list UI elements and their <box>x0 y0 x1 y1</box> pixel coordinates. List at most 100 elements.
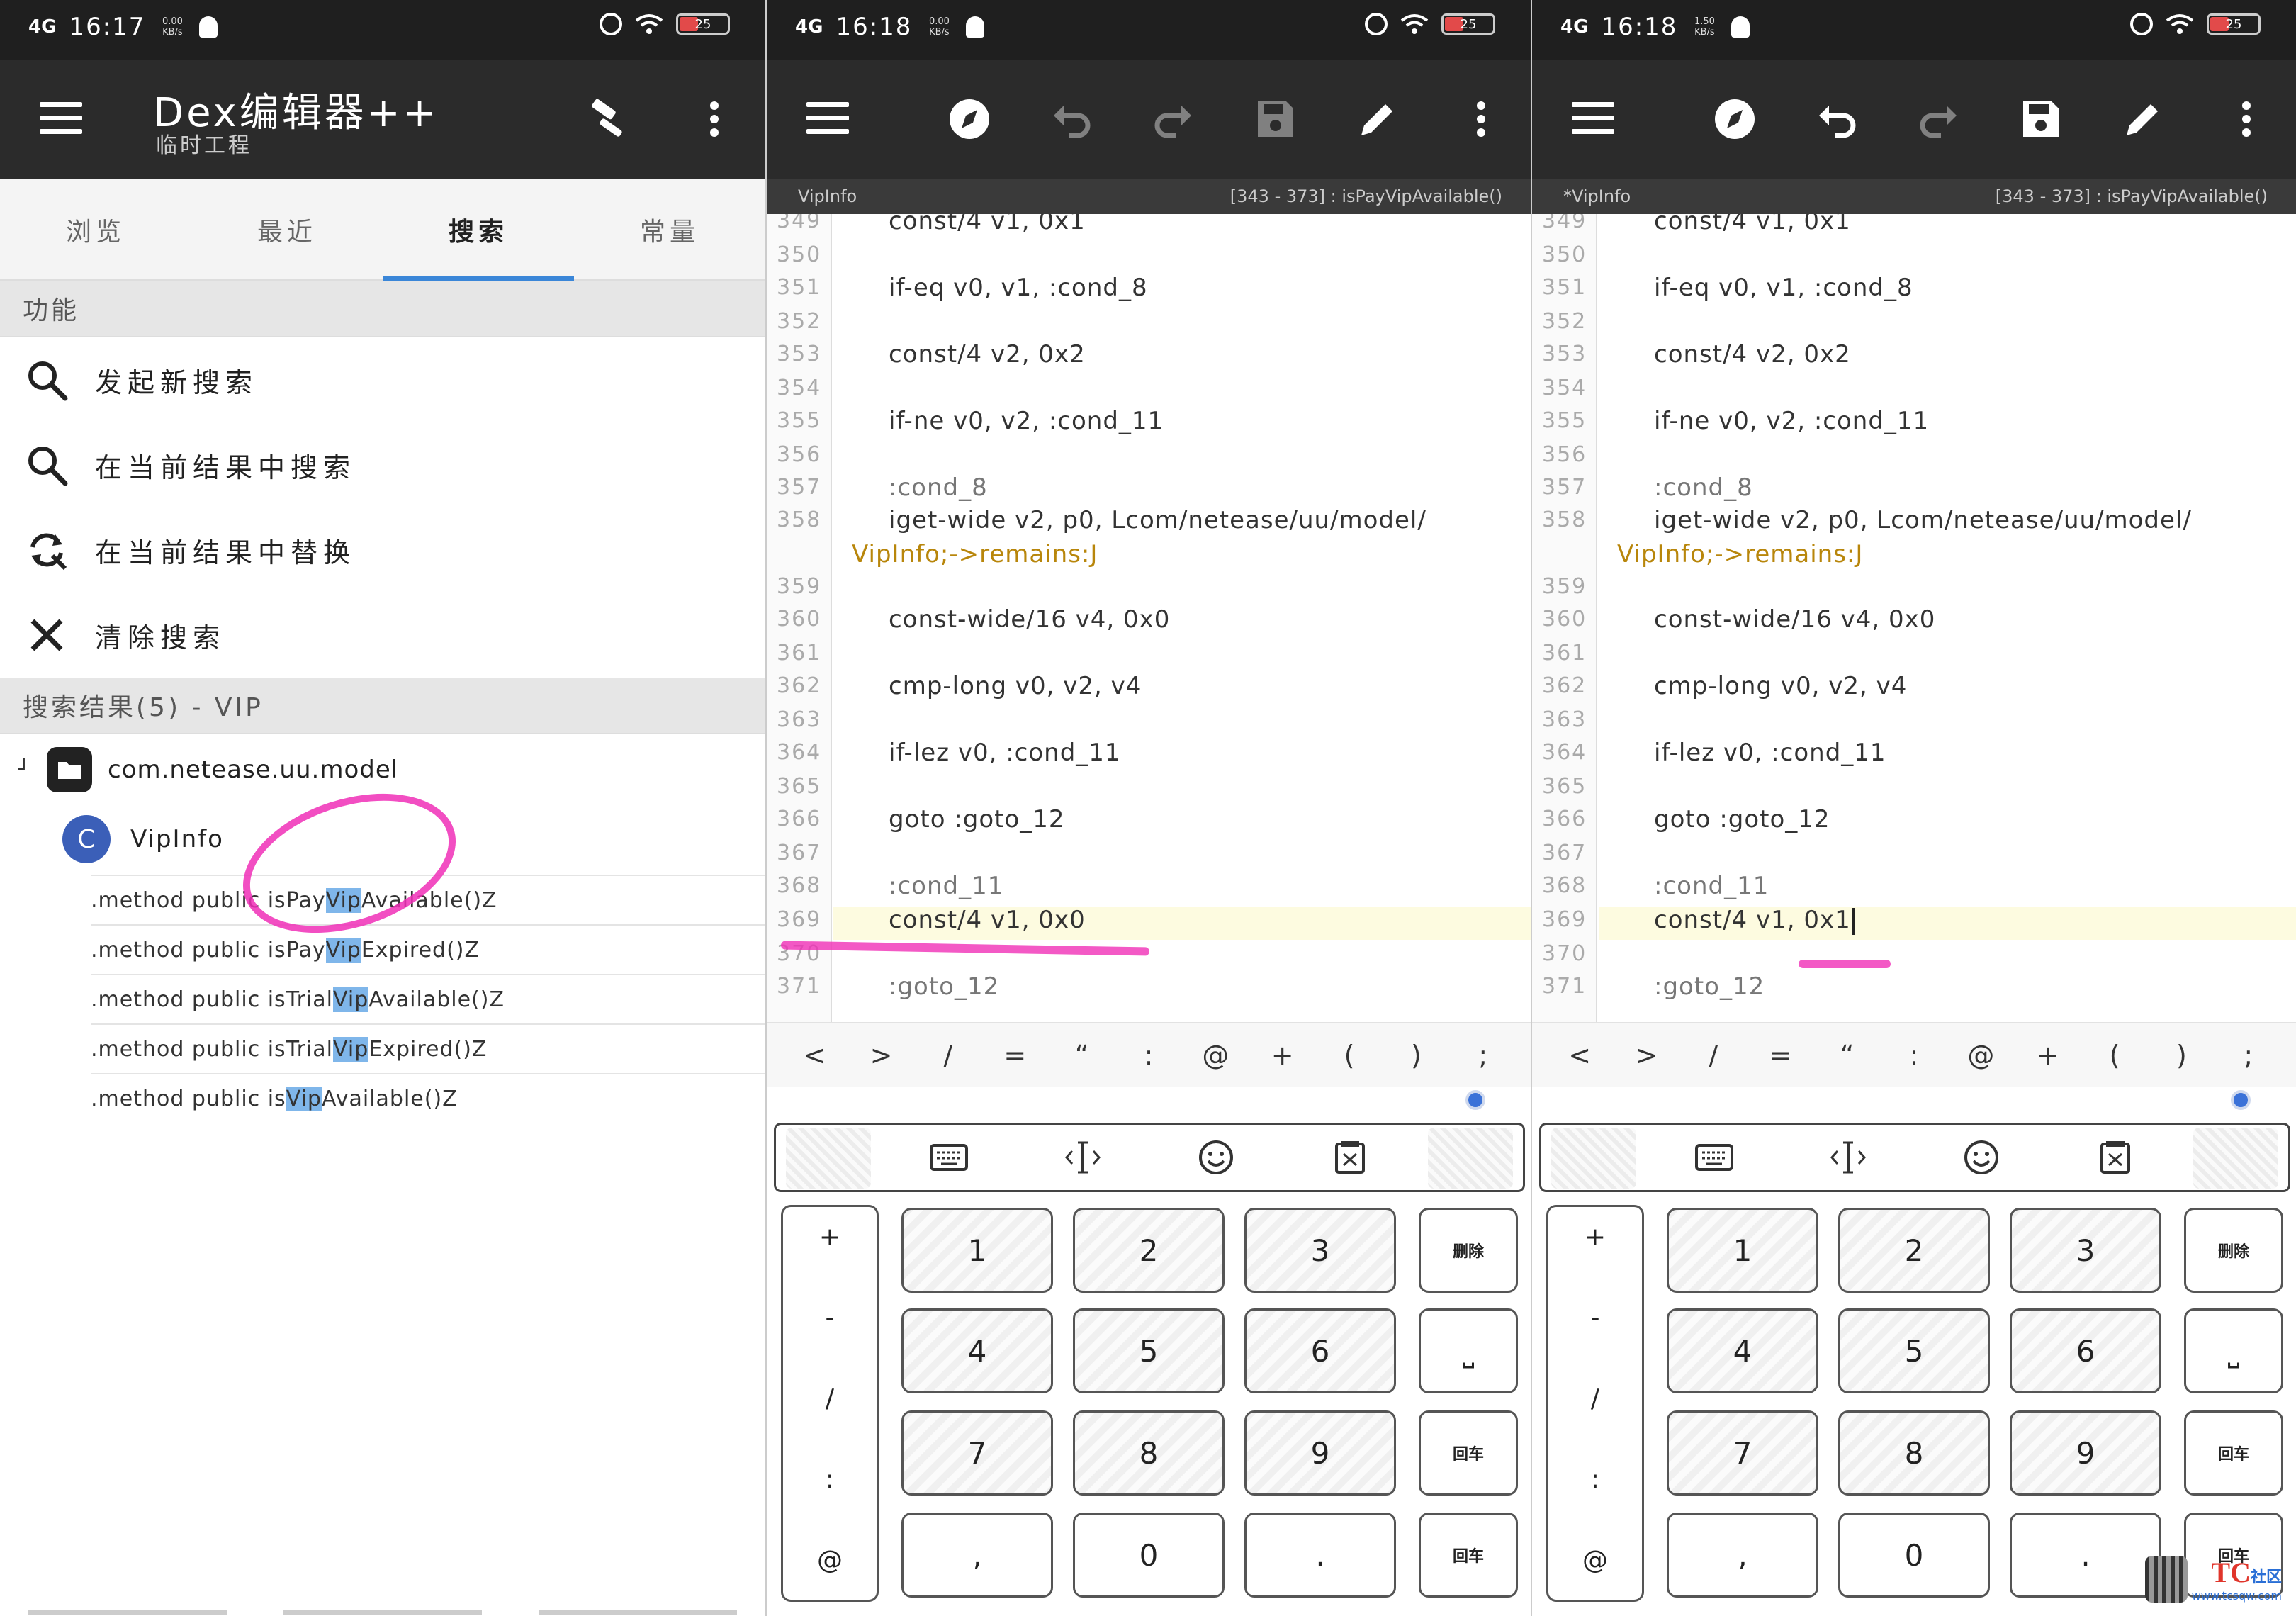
menu-icon[interactable] <box>40 102 82 135</box>
key-5[interactable]: 5 <box>1073 1308 1225 1393</box>
collapse-icon[interactable]: ┘ <box>18 759 47 780</box>
symbol-key[interactable]: ) <box>1395 1040 1437 1071</box>
symbol-key[interactable]: @ <box>1194 1040 1237 1071</box>
key-space[interactable]: ⎵ <box>2184 1308 2283 1393</box>
key-at[interactable]: @ <box>783 1546 877 1575</box>
key-8[interactable]: 8 <box>1838 1410 1990 1496</box>
key-7[interactable]: 7 <box>1667 1410 1818 1496</box>
undo-icon[interactable] <box>1808 91 1865 147</box>
keyboard-icon[interactable] <box>1689 1133 1739 1182</box>
key-colon[interactable]: : <box>783 1465 877 1494</box>
key-enter[interactable]: 回车 <box>1419 1410 1518 1496</box>
save-icon[interactable] <box>1247 91 1304 147</box>
key-9[interactable]: 9 <box>1244 1410 1396 1496</box>
symbol-key[interactable]: ) <box>2160 1040 2202 1071</box>
key-at[interactable]: @ <box>1548 1546 1642 1575</box>
symbol-key[interactable]: ; <box>2227 1040 2270 1071</box>
search-in-results-item[interactable]: 在当前结果中搜索 <box>0 422 765 507</box>
key-0[interactable]: 0 <box>1838 1513 1990 1598</box>
key-9[interactable]: 9 <box>2010 1410 2161 1496</box>
symbol-key[interactable]: “ <box>1061 1040 1103 1071</box>
method-result[interactable]: .method public is Vip Available()Z <box>91 1073 765 1123</box>
symbol-key[interactable]: ; <box>1462 1040 1504 1071</box>
tab-search[interactable]: 搜索 <box>383 179 574 281</box>
key-2[interactable]: 2 <box>1073 1208 1225 1293</box>
new-search-item[interactable]: 发起新搜索 <box>0 337 765 422</box>
keyboard-icon[interactable] <box>924 1133 974 1182</box>
clear-search-item[interactable]: 清除搜索 <box>0 593 765 678</box>
key-slash[interactable]: / <box>1548 1384 1642 1413</box>
key-slash[interactable]: / <box>783 1384 877 1413</box>
symbol-key[interactable]: > <box>1626 1040 1668 1071</box>
key-6[interactable]: 6 <box>1244 1308 1396 1393</box>
key-4[interactable]: 4 <box>901 1308 1053 1393</box>
undo-icon[interactable] <box>1043 91 1100 147</box>
symbol-key[interactable]: ( <box>2093 1040 2136 1071</box>
code-editor[interactable]: 349 const/4 v1, 0x1 350 351 if-eq v0, v1… <box>767 214 1531 1022</box>
symbol-key[interactable]: ( <box>1328 1040 1371 1071</box>
key-4[interactable]: 4 <box>1667 1308 1818 1393</box>
symbol-key[interactable]: / <box>1692 1040 1735 1071</box>
key-6[interactable]: 6 <box>2010 1308 2161 1393</box>
symbol-key[interactable]: “ <box>1826 1040 1869 1071</box>
key-3[interactable]: 3 <box>1244 1208 1396 1293</box>
redo-icon[interactable] <box>1910 91 1967 147</box>
key-delete[interactable]: 删除 <box>2184 1208 2283 1293</box>
code-editor[interactable]: 349 const/4 v1, 0x1 350 351 if-eq v0, v1… <box>1532 214 2296 1022</box>
text-cursor-icon[interactable] <box>1058 1133 1108 1182</box>
method-result[interactable]: .method public isTrial Vip Expired()Z <box>91 1023 765 1073</box>
key-minus[interactable]: - <box>1548 1303 1642 1332</box>
menu-icon[interactable] <box>1572 102 1614 135</box>
tab-recent[interactable]: 最近 <box>191 179 383 281</box>
key-comma[interactable]: , <box>901 1513 1053 1598</box>
key-5[interactable]: 5 <box>1838 1308 1990 1393</box>
symbol-key[interactable]: = <box>994 1040 1036 1071</box>
text-cursor-icon[interactable] <box>1823 1133 1873 1182</box>
save-icon[interactable] <box>2013 91 2069 147</box>
symbol-key[interactable]: = <box>1759 1040 1801 1071</box>
method-result[interactable]: .method public isPay Vip Expired()Z <box>91 924 765 974</box>
more-options-icon[interactable] <box>686 91 743 147</box>
key-plus[interactable]: + <box>783 1223 877 1252</box>
method-result[interactable]: .method public isTrial Vip Available()Z <box>91 974 765 1023</box>
key-3[interactable]: 3 <box>2010 1208 2161 1293</box>
symbol-key[interactable]: : <box>1127 1040 1170 1071</box>
edit-pencil-icon[interactable] <box>2115 91 2171 147</box>
redo-icon[interactable] <box>1145 91 1202 147</box>
more-options-icon[interactable] <box>2218 91 2275 147</box>
key-1[interactable]: 1 <box>901 1208 1053 1293</box>
symbol-key[interactable]: @ <box>1959 1040 2002 1071</box>
edit-pencil-icon[interactable] <box>1349 91 1406 147</box>
key-comma[interactable]: , <box>1667 1513 1818 1598</box>
navigate-compass-icon[interactable] <box>1706 91 1763 147</box>
symbol-key[interactable]: + <box>1261 1040 1304 1071</box>
key-colon[interactable]: : <box>1548 1465 1642 1494</box>
emoji-icon[interactable] <box>1191 1133 1241 1182</box>
symbol-key[interactable]: < <box>1558 1040 1601 1071</box>
key-enter[interactable]: 回车 <box>1419 1513 1518 1598</box>
symbol-key[interactable]: < <box>793 1040 835 1071</box>
navigate-compass-icon[interactable] <box>941 91 998 147</box>
key-space[interactable]: ⎵ <box>1419 1308 1518 1393</box>
key-plus[interactable]: + <box>1548 1223 1642 1252</box>
symbol-key[interactable]: + <box>2027 1040 2069 1071</box>
key-2[interactable]: 2 <box>1838 1208 1990 1293</box>
clipboard-icon[interactable] <box>2090 1133 2140 1182</box>
symbol-key[interactable]: > <box>860 1040 903 1071</box>
tab-browse[interactable]: 浏览 <box>0 179 191 281</box>
key-7[interactable]: 7 <box>901 1410 1053 1496</box>
more-options-icon[interactable] <box>1453 91 1509 147</box>
key-period[interactable]: . <box>1244 1513 1396 1598</box>
symbol-key[interactable]: : <box>1893 1040 1935 1071</box>
build-hammer-icon[interactable] <box>581 91 638 147</box>
replace-in-results-item[interactable]: 在当前结果中替换 <box>0 507 765 593</box>
emoji-icon[interactable] <box>1957 1133 2006 1182</box>
package-row[interactable]: ┘ com.netease.uu.model <box>0 744 765 795</box>
symbol-key[interactable]: / <box>927 1040 969 1071</box>
tab-constants[interactable]: 常量 <box>574 179 765 281</box>
key-8[interactable]: 8 <box>1073 1410 1225 1496</box>
key-minus[interactable]: - <box>783 1303 877 1332</box>
clipboard-icon[interactable] <box>1325 1133 1375 1182</box>
key-0[interactable]: 0 <box>1073 1513 1225 1598</box>
key-1[interactable]: 1 <box>1667 1208 1818 1293</box>
